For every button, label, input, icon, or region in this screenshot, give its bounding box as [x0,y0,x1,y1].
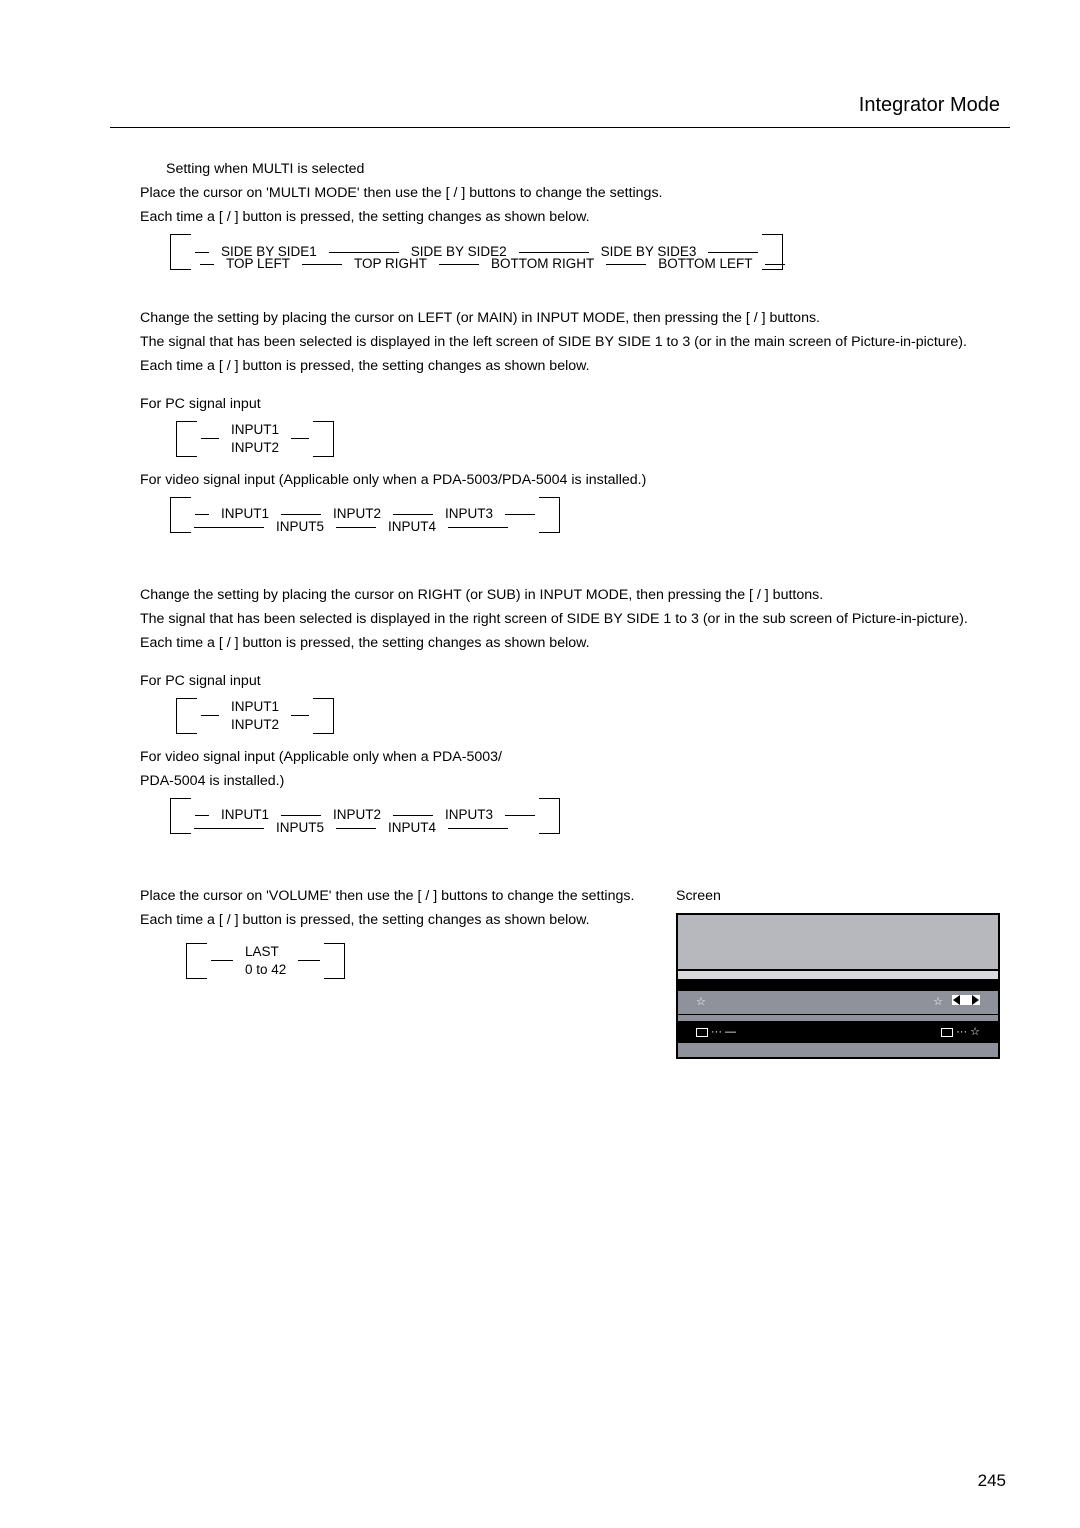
volume-p1: Place the cursor on 'VOLUME' then use th… [140,885,636,907]
right-p2: The signal that has been selected is dis… [140,608,1000,630]
right-video-label1: For video signal input (Applicable only … [140,746,1000,768]
dots-icon: ··· [956,1024,967,1041]
cycle-node: INPUT1 [231,421,279,439]
left-pc-cycle: INPUT1 INPUT2 [176,421,334,457]
screen-star-left: ☆ [696,994,706,1011]
rect-icon [941,1028,953,1037]
triangle-left-icon [953,995,960,1005]
multi-cycle-node: BOTTOM RIGHT [483,254,602,275]
dash-icon: — [725,1024,736,1041]
screen-star-right: ☆ [933,996,943,1008]
cycle-node: INPUT1 [231,698,279,716]
page-header: Integrator Mode [110,90,1010,121]
header-rule [110,127,1010,128]
star-icon: ☆ [970,1024,980,1041]
multi-heading: Setting when MULTI is selected [140,158,1000,180]
left-video-label: For video signal input (Applicable only … [140,469,1000,491]
volume-cycle: LAST 0 to 42 [186,943,345,979]
multi-line1: Place the cursor on 'MULTI MODE' then us… [140,182,1000,204]
cycle-node: LAST [245,943,286,961]
screen-mock: ☆ ☆ ··· [676,913,1000,1059]
left-p3: Each time a [ / ] button is pressed, the… [140,355,1000,377]
multi-line2: Each time a [ / ] button is pressed, the… [140,206,1000,228]
volume-p2: Each time a [ / ] button is pressed, the… [140,909,636,931]
left-video-cycle: INPUT1 INPUT2 INPUT3 INPUT5 INPUT4 [170,497,560,556]
left-p2: The signal that has been selected is dis… [140,331,1000,353]
multi-cycle-node: TOP LEFT [218,254,298,275]
cycle-node: INPUT5 [268,818,332,839]
cycle-node: 0 to 42 [245,961,286,979]
cycle-node: INPUT5 [268,517,332,538]
cycle-node: INPUT4 [380,818,444,839]
right-video-label2: PDA-5004 is installed.) [140,770,1000,792]
right-p1: Change the setting by placing the cursor… [140,584,1000,606]
left-pc-label: For PC signal input [140,393,1000,415]
right-p3: Each time a [ / ] button is pressed, the… [140,632,1000,654]
right-video-cycle: INPUT1 INPUT2 INPUT3 INPUT5 INPUT4 [170,798,560,857]
screen-footer-right: ··· ☆ [941,1024,980,1041]
left-p1: Change the setting by placing the cursor… [140,307,1000,329]
screen-arrows [952,995,980,1005]
page-number: 245 [978,1468,1006,1494]
multi-cycle: SIDE BY SIDE1 SIDE BY SIDE2 SIDE BY SIDE… [170,234,789,293]
screen-label: Screen [676,885,1000,907]
right-pc-cycle: INPUT1 INPUT2 [176,698,334,734]
dots-icon: ··· [711,1024,722,1041]
triangle-right-icon [972,995,979,1005]
right-pc-label: For PC signal input [140,670,1000,692]
multi-cycle-node: TOP RIGHT [346,254,435,275]
cycle-node: INPUT2 [231,716,279,734]
multi-cycle-node: BOTTOM LEFT [650,254,760,275]
cycle-node: INPUT4 [380,517,444,538]
cycle-node: INPUT2 [231,439,279,457]
screen-footer-left: ··· — [696,1024,736,1041]
rect-icon [696,1028,708,1037]
